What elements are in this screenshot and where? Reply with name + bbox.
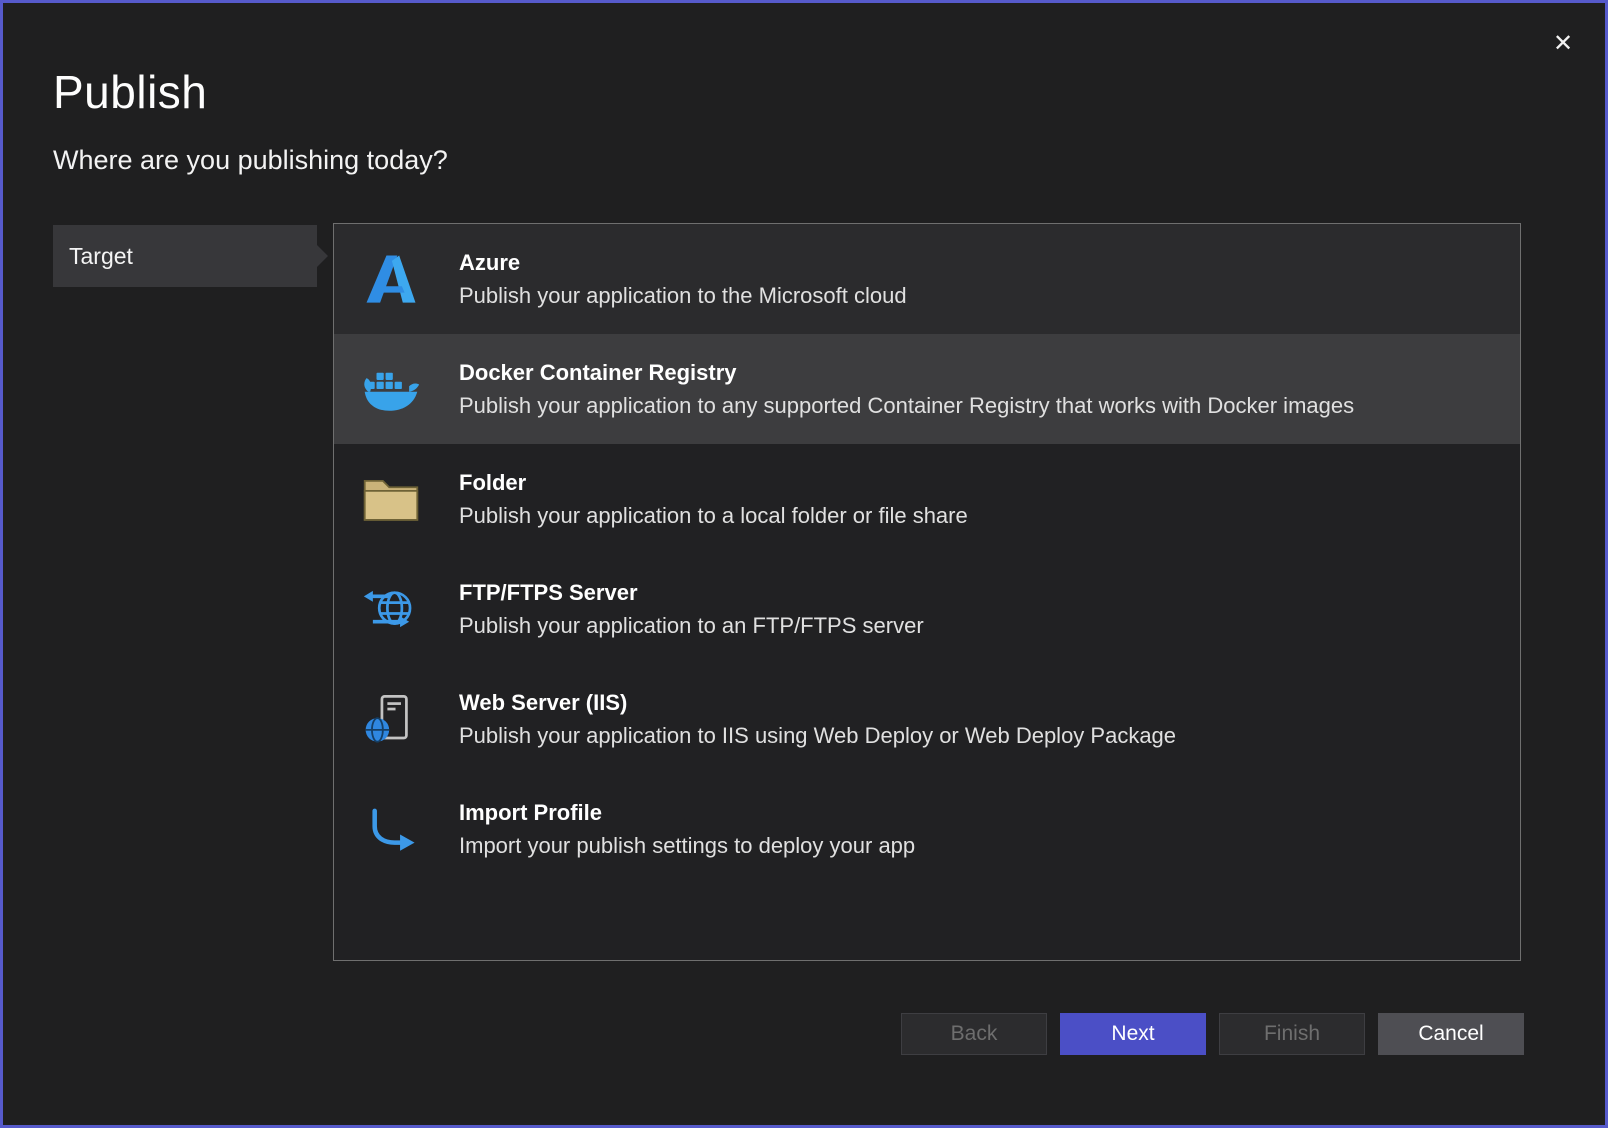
target-row-ftp[interactable]: FTP/FTPS Server Publish your application…: [334, 554, 1520, 664]
cancel-button[interactable]: Cancel: [1378, 1013, 1524, 1055]
target-row-docker[interactable]: Docker Container Registry Publish your a…: [334, 334, 1520, 444]
target-description: Publish your application to IIS using We…: [459, 723, 1176, 749]
sidebar-item-target[interactable]: Target: [53, 225, 317, 287]
globe-transfer-icon: [362, 580, 420, 638]
back-button: Back: [901, 1013, 1047, 1055]
server-globe-icon: [362, 690, 420, 748]
target-title: Folder: [459, 470, 968, 496]
next-button[interactable]: Next: [1060, 1013, 1206, 1055]
close-icon[interactable]: ✕: [1545, 25, 1581, 61]
publish-target-list: Azure Publish your application to the Mi…: [333, 223, 1521, 961]
target-title: FTP/FTPS Server: [459, 580, 924, 606]
target-row-iis[interactable]: Web Server (IIS) Publish your applicatio…: [334, 664, 1520, 774]
target-title: Docker Container Registry: [459, 360, 1354, 386]
target-description: Publish your application to the Microsof…: [459, 283, 907, 309]
page-title: Publish: [53, 65, 207, 119]
azure-icon: [362, 250, 420, 308]
target-description: Publish your application to any supporte…: [459, 393, 1354, 419]
import-arrow-icon: [362, 800, 420, 858]
target-title: Web Server (IIS): [459, 690, 1176, 716]
folder-icon: [362, 470, 420, 528]
target-row-azure[interactable]: Azure Publish your application to the Mi…: [334, 224, 1520, 334]
page-subtitle: Where are you publishing today?: [53, 145, 448, 176]
target-description: Publish your application to an FTP/FTPS …: [459, 613, 924, 639]
target-row-folder[interactable]: Folder Publish your application to a loc…: [334, 444, 1520, 554]
docker-icon: [362, 360, 420, 418]
finish-button: Finish: [1219, 1013, 1365, 1055]
sidebar-item-label: Target: [69, 243, 133, 270]
target-description: Publish your application to a local fold…: [459, 503, 968, 529]
target-title: Azure: [459, 250, 907, 276]
publish-dialog: ✕ Publish Where are you publishing today…: [0, 0, 1608, 1128]
target-title: Import Profile: [459, 800, 915, 826]
dialog-footer: Back Next Finish Cancel: [901, 1013, 1524, 1055]
target-description: Import your publish settings to deploy y…: [459, 833, 915, 859]
target-row-import[interactable]: Import Profile Import your publish setti…: [334, 774, 1520, 884]
